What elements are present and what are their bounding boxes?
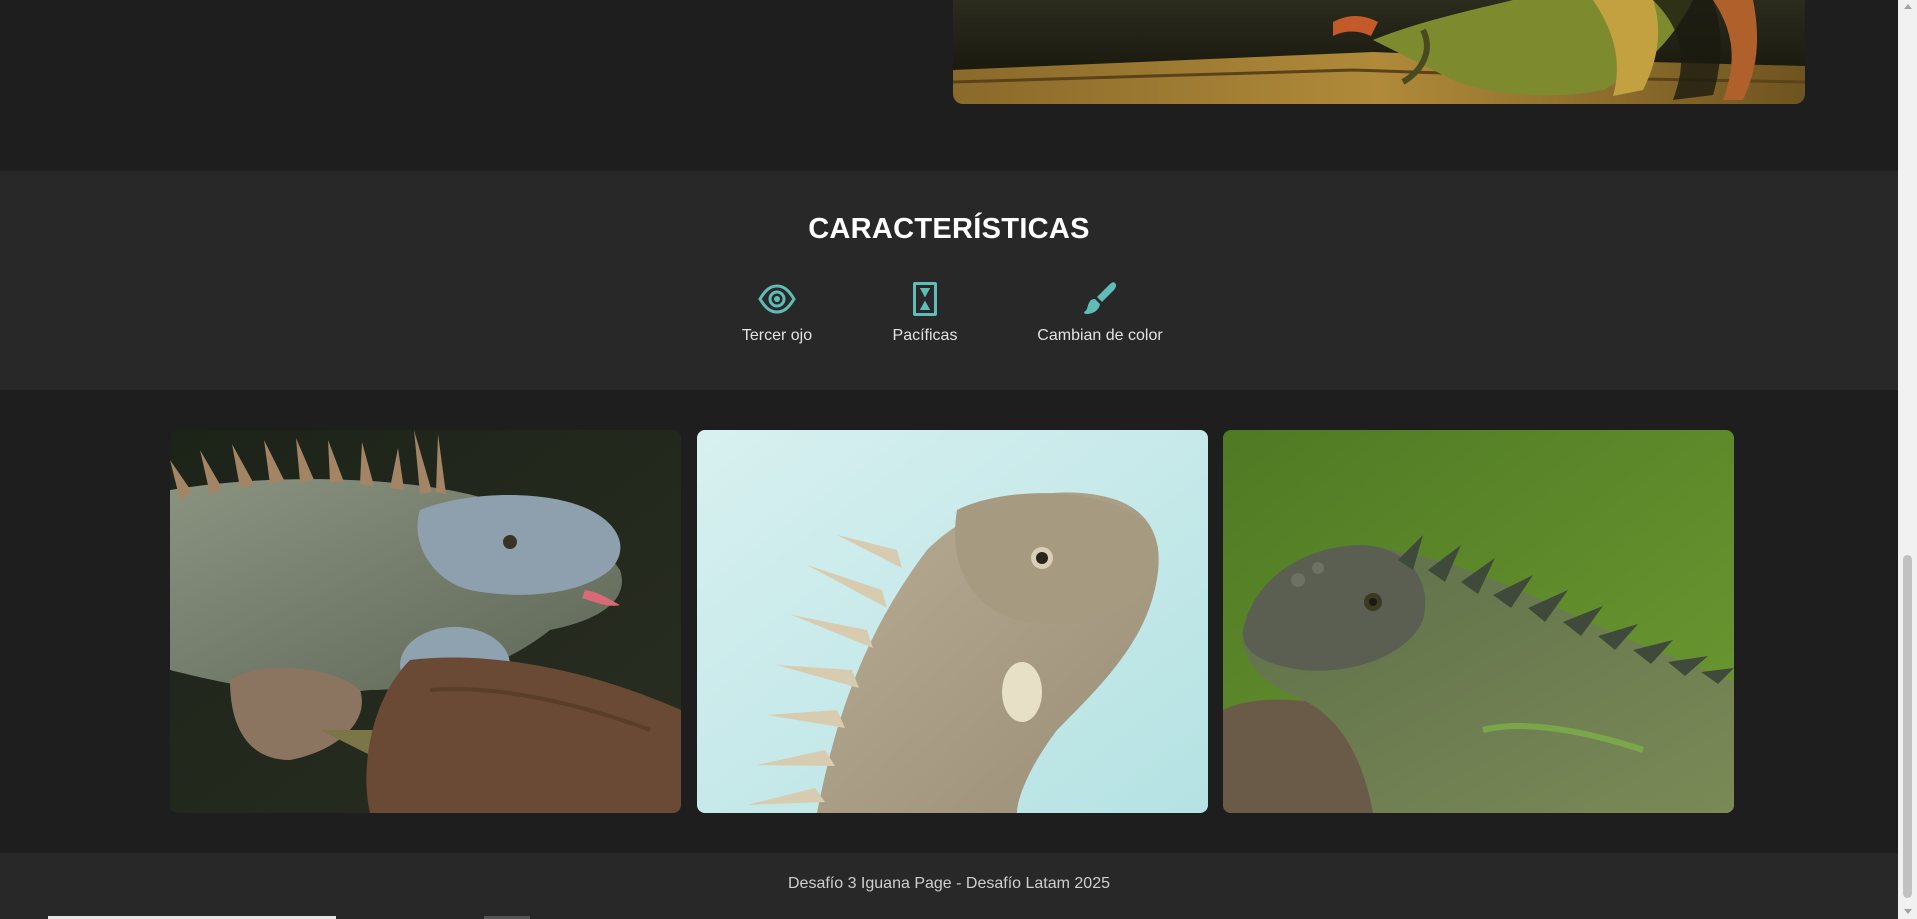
features-title: CARACTERÍSTICAS [808,213,1090,245]
feature-label: Tercer ojo [741,327,813,344]
paintbrush-icon [1084,282,1117,314]
iguana-photo [1223,430,1734,813]
footer-text: Desafío 3 Iguana Page - Desafío Latam 20… [788,875,1110,892]
feature-pacificas: Pacíficas [885,281,965,345]
gallery-section [0,390,1898,853]
hero-iguana-image [953,0,1805,104]
feature-label: Cambian de color [1037,327,1163,344]
iguana-photo [697,430,1208,813]
vertical-scrollbar[interactable] [1898,0,1917,919]
iguana-photo [170,430,681,813]
hourglass-icon [913,282,937,316]
footer: Desafío 3 Iguana Page - Desafío Latam 20… [0,853,1898,919]
scroll-up-arrow-icon[interactable] [1904,4,1912,9]
features-section: CARACTERÍSTICAS Tercer ojo Pacíficas Cam… [0,171,1898,390]
feature-cambian-de-color: Cambian de color [1033,281,1167,345]
scroll-down-arrow-icon[interactable] [1904,909,1912,914]
feature-tercer-ojo: Tercer ojo [737,281,817,345]
scrollbar-thumb[interactable] [1903,555,1912,898]
eye-icon [758,284,796,314]
page: CARACTERÍSTICAS Tercer ojo Pacíficas Cam… [0,0,1898,919]
hero-section [0,0,1898,171]
feature-label: Pacíficas [892,327,958,344]
